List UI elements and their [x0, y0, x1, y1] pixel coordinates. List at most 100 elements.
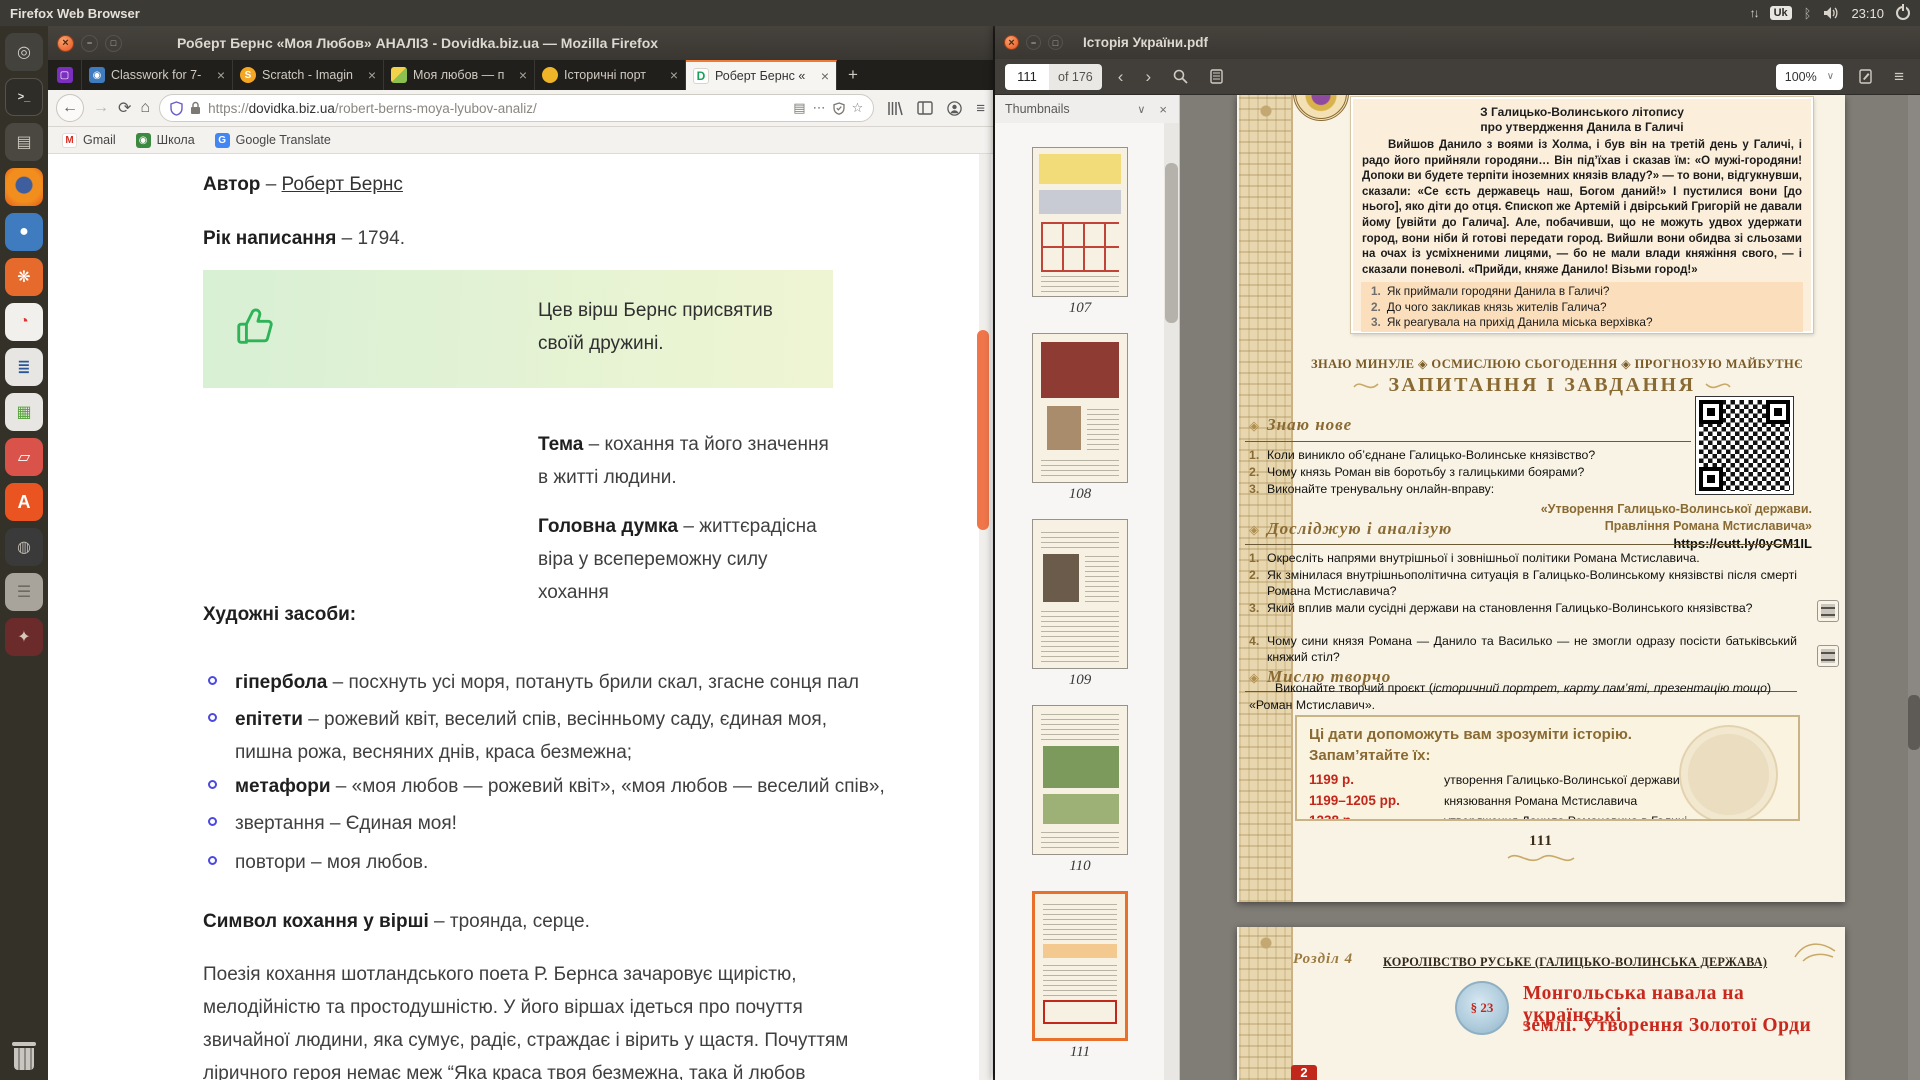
account-icon[interactable] [947, 101, 962, 116]
margin-note-icon[interactable] [1817, 645, 1839, 667]
tab-classwork[interactable]: ◉ Classwork for 7- × [82, 60, 233, 90]
list-bullet [208, 780, 217, 789]
know-item: 1.Коли виникло об’єднане Галицько-Волинс… [1249, 447, 1679, 463]
tab-close-icon[interactable]: × [368, 67, 376, 83]
page-number-input[interactable] [1005, 64, 1049, 90]
sidebar-toggle-icon[interactable] [917, 101, 933, 115]
dock-icon-terminal[interactable]: >_ [5, 78, 43, 116]
protections-icon[interactable] [833, 102, 845, 115]
qr-code [1696, 397, 1793, 494]
explore-item: 2.Як змінилася внутрішньополітична ситуа… [1249, 567, 1797, 599]
tab-robert-berns-active[interactable]: D Роберт Бернс « × [686, 60, 837, 90]
pane-selector-chevron-icon[interactable]: ∨ [1137, 103, 1145, 116]
zoom-dropdown[interactable]: 100%∨ [1776, 64, 1843, 90]
dock-icon-photos[interactable]: ❋ [5, 258, 43, 296]
tab-close-icon[interactable]: × [519, 67, 527, 83]
previous-page-button[interactable]: ‹ [1112, 67, 1130, 87]
dock-icon-writer[interactable]: ≣ [5, 348, 43, 386]
thumb-deco [1039, 190, 1121, 214]
next-page-button[interactable]: › [1139, 67, 1157, 87]
dock-icon-media-player[interactable]: ◔ [5, 303, 43, 341]
thumbnails-header: Thumbnails ∨ × [995, 95, 1179, 123]
window-close-button[interactable]: × [57, 35, 74, 52]
reader-mode-icon[interactable]: ▤ [793, 100, 805, 116]
list-item: повтори – моя любов. [235, 846, 885, 879]
firefox-titlebar[interactable]: × − □ Роберт Бернс «Моя Любов» АНАЛІЗ - … [48, 26, 993, 60]
page-ornament-strip [1239, 95, 1293, 902]
pdf-menu-icon[interactable]: ≡ [1888, 67, 1910, 87]
exercise-caption: «Утворення Галицько-Волинської держави.П… [1482, 501, 1812, 534]
dock-icon-software-center[interactable]: A [5, 483, 43, 521]
dock-icon-impress[interactable]: ▱ [5, 438, 43, 476]
window-maximize-button[interactable]: □ [1048, 35, 1063, 50]
dock-icon-utility[interactable]: ◍ [5, 528, 43, 566]
pinned-tab[interactable]: ▢ [48, 60, 82, 90]
qr-finder [1766, 400, 1790, 424]
bookmark-shkola[interactable]: ◉Школа [136, 133, 195, 148]
margin-note-icon[interactable] [1817, 600, 1839, 622]
dock-icon-camera[interactable]: ● [5, 213, 43, 251]
bell-favicon [542, 67, 558, 83]
window-close-button[interactable]: × [1004, 35, 1019, 50]
thumbnail-page-111-selected[interactable]: 111 [1030, 891, 1130, 1061]
dock-icon-dash[interactable]: ◎ [5, 33, 43, 71]
new-tab-button[interactable]: + [837, 60, 869, 90]
forward-button[interactable]: → [93, 99, 109, 117]
window-minimize-button[interactable]: − [81, 35, 98, 52]
tab-scratch[interactable]: S Scratch - Imagin × [233, 60, 384, 90]
scratch-favicon: S [240, 67, 256, 83]
thumbnail-page-109[interactable]: 109 [1030, 519, 1130, 689]
menu-icon[interactable]: ≡ [976, 100, 985, 117]
home-button[interactable]: ⌂ [140, 99, 150, 117]
bookmark-google-translate[interactable]: GGoogle Translate [215, 133, 331, 148]
author-link[interactable]: Роберт Бернс [282, 174, 403, 195]
dock-icon-files[interactable]: ▤ [5, 123, 43, 161]
source-questions-box: 1.Як приймали городяни Данила в Галичі? … [1361, 282, 1803, 332]
power-menu-icon[interactable] [1896, 6, 1910, 20]
window-maximize-button[interactable]: □ [105, 35, 122, 52]
thumb-deco [1043, 1000, 1117, 1024]
thumbnails-scrollbar-track[interactable] [1164, 123, 1179, 1080]
window-minimize-button[interactable]: − [1026, 35, 1041, 50]
dock-icon-firefox[interactable] [5, 168, 43, 206]
pdf-titlebar[interactable]: × − □ Історія України.pdf [995, 26, 1920, 59]
thumbnails-panel: Thumbnails ∨ × 107 [995, 95, 1180, 1080]
library-icon[interactable] [887, 101, 903, 116]
bookmark-gmail[interactable]: MGmail [62, 133, 116, 148]
bookmark-star-icon[interactable]: ☆ [852, 100, 864, 116]
volume-icon[interactable] [1823, 6, 1839, 20]
clock[interactable]: 23:10 [1851, 6, 1884, 21]
tab-moya-lyubov[interactable]: Моя любов — п × [384, 60, 535, 90]
tab-close-icon[interactable]: × [217, 67, 225, 83]
page-scrollbar-track[interactable] [979, 154, 991, 1080]
pdf-scrollbar-thumb[interactable] [1908, 695, 1920, 750]
trash-icon[interactable] [12, 1042, 36, 1072]
tab-istorychni-portrety[interactable]: Історичні порт × [535, 60, 686, 90]
search-icon[interactable] [1167, 69, 1194, 84]
network-traffic-icon[interactable]: ↑↓ [1750, 6, 1758, 20]
tracking-shield-icon[interactable] [170, 101, 183, 116]
dock-icon-archive[interactable]: ☰ [5, 573, 43, 611]
annotate-icon[interactable] [1853, 69, 1878, 84]
page-scrollbar-thumb[interactable] [977, 330, 989, 530]
close-pane-icon[interactable]: × [1159, 102, 1167, 117]
side-pane-icon[interactable] [1204, 69, 1229, 84]
date-row: 1199 р.утворення Галицько-Волинської дер… [1309, 770, 1786, 791]
date-row: 1199–1205 рр.князювання Романа Мстислави… [1309, 791, 1786, 812]
thumbnail-page-108[interactable]: 108 [1030, 333, 1130, 503]
thumbnail-page-110[interactable]: 110 [1030, 705, 1130, 875]
back-button[interactable]: ← [56, 94, 84, 122]
dock-icon-wine[interactable]: ✦ [5, 618, 43, 656]
page-actions-icon[interactable]: ⋯ [813, 100, 826, 116]
url-bar[interactable]: https://dovidka.biz.ua/robert-berns-moya… [159, 94, 874, 122]
thumbnails-scrollbar-thumb[interactable] [1165, 163, 1178, 323]
dock-icon-calc[interactable]: ▦ [5, 393, 43, 431]
bluetooth-icon[interactable]: ᛒ [1804, 6, 1812, 21]
pdf-scrollbar-track[interactable] [1908, 95, 1920, 1080]
tab-close-icon[interactable]: × [821, 68, 829, 84]
keyboard-layout-indicator[interactable]: Uk [1770, 6, 1792, 20]
symbol-line: Символ кохання у вірші – троянда, серце. [203, 905, 590, 938]
tab-close-icon[interactable]: × [670, 67, 678, 83]
thumbnail-page-107[interactable]: 107 [1030, 147, 1130, 317]
reload-button[interactable]: ⟳ [118, 98, 131, 118]
